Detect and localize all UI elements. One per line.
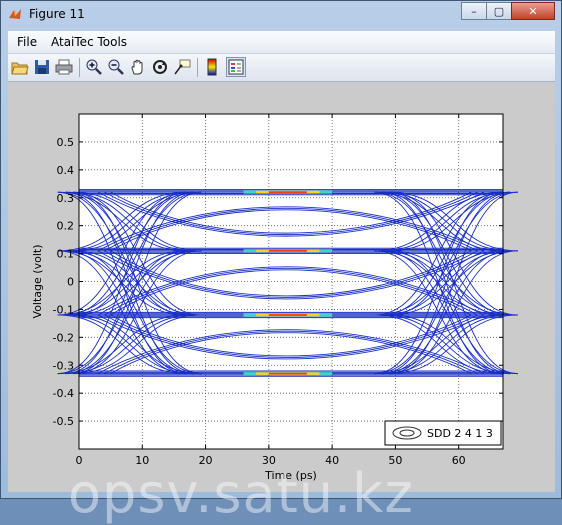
y-tick-label: -0.3 bbox=[53, 359, 74, 372]
pan-hand-icon[interactable] bbox=[129, 58, 147, 76]
colorbar-icon[interactable] bbox=[203, 58, 221, 76]
close-icon: ✕ bbox=[528, 4, 538, 18]
y-tick-label: 0.3 bbox=[57, 192, 75, 205]
menu-ataitec-tools[interactable]: AtaiTec Tools bbox=[51, 35, 127, 49]
print-icon[interactable] bbox=[55, 58, 73, 76]
legend-entry: SDD 2 4 1 3 bbox=[427, 427, 493, 440]
minimize-button[interactable]: – bbox=[461, 2, 487, 20]
menu-file[interactable]: File bbox=[17, 35, 37, 49]
eye-diagram-plot[interactable]: 0 10 20 30 40 50 60 -0.5 -0.4 -0.3 -0.2 -0.1 0 0.1 0.2… bbox=[8, 82, 555, 492]
x-tick-label: 30 bbox=[262, 454, 276, 467]
title-bar[interactable]: Figure 11 – ▢ ✕ bbox=[1, 1, 561, 29]
x-axis-label: Time (ps) bbox=[264, 469, 317, 482]
figure-canvas: 0 10 20 30 40 50 60 -0.5 -0.4 -0.3 -0.2 -0.1 0 0.1 0.2… bbox=[8, 82, 555, 525]
y-tick-label: 0.4 bbox=[57, 164, 75, 177]
legend-icon[interactable] bbox=[226, 57, 246, 77]
x-tick-label: 10 bbox=[135, 454, 149, 467]
menu-bar: File AtaiTec Tools bbox=[8, 31, 555, 54]
toolbar bbox=[8, 54, 555, 82]
figure-window: Figure 11 – ▢ ✕ File AtaiTec Tools 0 10 … bbox=[0, 0, 562, 525]
x-tick-label: 20 bbox=[199, 454, 213, 467]
rotate-3d-icon[interactable] bbox=[151, 58, 169, 76]
matlab-icon bbox=[9, 9, 21, 19]
y-tick-label: -0.4 bbox=[53, 387, 74, 400]
y-tick-label: 0 bbox=[67, 276, 74, 289]
y-tick-label: 0.1 bbox=[57, 248, 75, 261]
y-tick-label: 0.5 bbox=[57, 136, 75, 149]
x-tick-label: 40 bbox=[325, 454, 339, 467]
zoom-out-icon[interactable] bbox=[107, 58, 125, 76]
open-folder-icon[interactable] bbox=[11, 58, 29, 76]
minimize-icon: – bbox=[471, 4, 477, 18]
x-tick-label: 0 bbox=[76, 454, 83, 467]
save-icon[interactable] bbox=[33, 58, 51, 76]
x-tick-label: 50 bbox=[388, 454, 402, 467]
y-tick-label: -0.2 bbox=[53, 331, 74, 344]
maximize-button[interactable]: ▢ bbox=[486, 2, 512, 20]
y-tick-label: 0.2 bbox=[57, 220, 75, 233]
y-tick-label: -0.5 bbox=[53, 415, 74, 428]
zoom-in-icon[interactable] bbox=[85, 58, 103, 76]
close-button[interactable]: ✕ bbox=[511, 2, 555, 20]
y-tick-label: -0.1 bbox=[53, 303, 74, 316]
y-axis-label: Voltage (volt) bbox=[31, 245, 44, 319]
data-cursor-icon[interactable] bbox=[173, 58, 191, 76]
x-tick-label: 60 bbox=[452, 454, 466, 467]
maximize-icon: ▢ bbox=[493, 4, 505, 18]
window-title: Figure 11 bbox=[29, 7, 85, 21]
